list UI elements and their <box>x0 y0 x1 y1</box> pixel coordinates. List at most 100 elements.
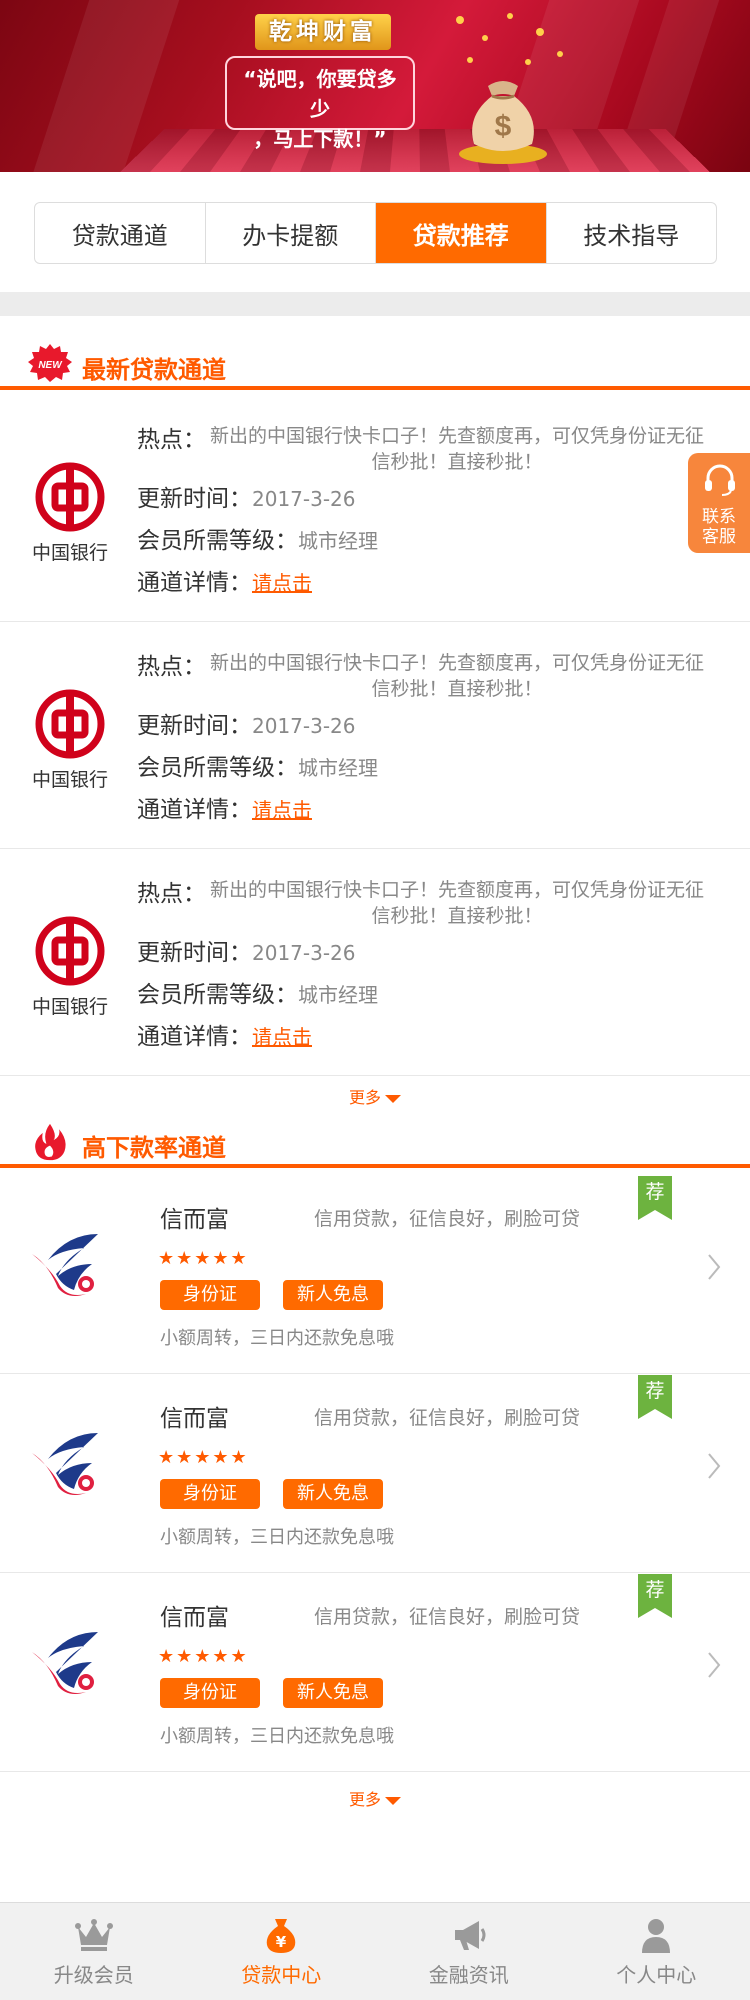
update-value: 2017-3-26 <box>252 941 356 965</box>
crown-icon <box>74 1919 113 1951</box>
more-channels-button[interactable]: 更多 <box>0 1084 750 1114</box>
section-latest-channels-header: NEW 最新贷款通道 <box>0 344 750 390</box>
xinerfu-logo-icon <box>32 1234 98 1296</box>
level-label: 会员所需等级： <box>137 755 298 781</box>
svg-text:$: $ <box>495 110 512 143</box>
hot-text: 新出的中国银行快卡口子！先查额度再，可仅凭身份证无征信秒批！直接秒批！ <box>209 879 704 927</box>
bank-logo: 中国银行 <box>26 689 114 791</box>
hot-label: 热点： <box>137 881 206 907</box>
user-icon <box>642 1919 671 1953</box>
detail-label: 通道详情： <box>137 570 252 596</box>
level-label: 会员所需等级： <box>137 528 298 554</box>
bank-of-china-icon <box>35 916 105 986</box>
level-label: 会员所需等级： <box>137 982 298 1008</box>
more-products-button[interactable]: 更多 <box>0 1786 750 1816</box>
detail-link[interactable]: 请点击 <box>252 1025 312 1049</box>
update-value: 2017-3-26 <box>252 487 356 511</box>
recommend-badge-icon: 荐 <box>638 1574 672 1618</box>
rating-stars: ★★★★★ <box>158 1447 249 1468</box>
product-item[interactable]: 信而富 信用贷款，征信良好，刷脸可贷 ★★★★★ 身份证 新人免息 小额周转，三… <box>0 1176 750 1374</box>
tag-new-user-free: 新人免息 <box>283 1678 383 1708</box>
new-badge-icon: NEW <box>28 344 72 382</box>
channel-item: 中国银行 热点： 新出的中国银行快卡口子！先查额度再，可仅凭身份证无征信秒批！直… <box>0 396 750 622</box>
svg-text:NEW: NEW <box>38 360 63 371</box>
bank-of-china-icon <box>35 689 105 759</box>
nav-finance-news[interactable]: 金融资讯 <box>375 1903 563 2000</box>
product-name: 信而富 <box>160 1605 229 1631</box>
svg-text:荐: 荐 <box>645 1181 664 1203</box>
chevron-right-icon <box>708 1652 721 1678</box>
section-high-rate-header: 高下款率通道 <box>0 1122 750 1168</box>
nav-label: 金融资讯 <box>428 1963 509 1987</box>
section-title: 最新贷款通道 <box>82 356 226 384</box>
nav-personal-center[interactable]: 个人中心 <box>563 1903 750 2000</box>
banner-slogan: “说吧，你要贷多少 ，马上下款！” <box>225 56 415 151</box>
tab-tech-guide[interactable]: 技术指导 <box>547 203 717 263</box>
product-item[interactable]: 信而富 信用贷款，征信良好，刷脸可贷 ★★★★★ 身份证 新人免息 小额周转，三… <box>0 1375 750 1573</box>
tag-new-user-free: 新人免息 <box>283 1479 383 1509</box>
tag-id-card: 身份证 <box>160 1479 260 1509</box>
product-name: 信而富 <box>160 1207 229 1233</box>
nav-label: 个人中心 <box>616 1963 697 1987</box>
channel-item: 中国银行 热点： 新出的中国银行快卡口子！先查额度再，可仅凭身份证无征信秒批！直… <box>0 623 750 849</box>
chevron-right-icon <box>708 1254 721 1280</box>
product-note: 小额周转，三日内还款免息哦 <box>160 1726 394 1747</box>
update-label: 更新时间： <box>137 486 252 512</box>
detail-label: 通道详情： <box>137 1024 252 1050</box>
bank-name: 中国银行 <box>31 542 108 564</box>
level-value: 城市经理 <box>298 529 378 553</box>
tab-card-limit[interactable]: 办卡提额 <box>206 203 376 263</box>
channel-info: 热点： 新出的中国银行快卡口子！先查额度再，可仅凭身份证无征信秒批！直接秒批！ … <box>137 647 727 828</box>
product-note: 小额周转，三日内还款免息哦 <box>160 1527 394 1548</box>
more-label: 更多 <box>348 1088 381 1107</box>
section-title: 高下款率通道 <box>82 1134 226 1162</box>
nav-label: 升级会员 <box>53 1963 134 1987</box>
channel-info: 热点： 新出的中国银行快卡口子！先查额度再，可仅凭身份证无征信秒批！直接秒批！ … <box>137 874 727 1055</box>
hot-label: 热点： <box>137 654 206 680</box>
tab-loan-channel[interactable]: 贷款通道 <box>35 203 206 263</box>
svg-text:荐: 荐 <box>645 1380 664 1402</box>
update-label: 更新时间： <box>137 940 252 966</box>
nav-loan-center[interactable]: ¥ 贷款中心 <box>188 1903 376 2000</box>
slogan-line-1: “说吧，你要贷多少 <box>243 67 397 121</box>
svg-text:¥: ¥ <box>276 1933 287 1951</box>
nav-upgrade-member[interactable]: 升级会员 <box>0 1903 188 2000</box>
svg-text:荐: 荐 <box>645 1579 664 1601</box>
product-desc: 信用贷款，征信良好，刷脸可贷 <box>314 1208 581 1230</box>
tag-id-card: 身份证 <box>160 1280 260 1310</box>
brand-logo: 乾坤财富 <box>255 14 391 50</box>
level-value: 城市经理 <box>298 756 378 780</box>
bottom-nav: 升级会员 ¥ 贷款中心 金融资讯 个人中心 <box>0 1902 750 2000</box>
money-bag-icon: $ <box>459 81 547 164</box>
bank-name: 中国银行 <box>31 769 108 791</box>
product-desc: 信用贷款，征信良好，刷脸可贷 <box>314 1407 581 1429</box>
recommend-badge-icon: 荐 <box>638 1176 672 1220</box>
hot-text: 新出的中国银行快卡口子！先查额度再，可仅凭身份证无征信秒批！直接秒批！ <box>209 652 704 700</box>
section-divider <box>0 292 750 316</box>
tag-id-card: 身份证 <box>160 1678 260 1708</box>
detail-link[interactable]: 请点击 <box>252 571 312 595</box>
xinerfu-logo-icon <box>32 1632 98 1694</box>
xinerfu-logo-icon <box>32 1433 98 1495</box>
money-bag-icon: ¥ <box>266 1919 296 1953</box>
product-item[interactable]: 信而富 信用贷款，征信良好，刷脸可贷 ★★★★★ 身份证 新人免息 小额周转，三… <box>0 1574 750 1772</box>
bank-logo: 中国银行 <box>26 462 114 564</box>
top-banner: 乾坤财富 “说吧，你要贷多少 ，马上下款！” $ <box>0 0 750 172</box>
banner-floor <box>120 128 710 172</box>
hot-text: 新出的中国银行快卡口子！先查额度再，可仅凭身份证无征信秒批！直接秒批！ <box>209 425 704 473</box>
recommend-badge-icon: 荐 <box>638 1375 672 1419</box>
tag-new-user-free: 新人免息 <box>283 1280 383 1310</box>
service-label-2: 客服 <box>702 527 736 547</box>
service-label-1: 联系 <box>702 507 736 527</box>
flame-icon <box>35 1123 66 1161</box>
more-label: 更多 <box>348 1790 381 1809</box>
product-name: 信而富 <box>160 1406 229 1432</box>
bank-logo: 中国银行 <box>26 916 114 1018</box>
detail-link[interactable]: 请点击 <box>252 798 312 822</box>
tab-loan-recommend[interactable]: 贷款推荐 <box>376 203 547 263</box>
product-desc: 信用贷款，征信良好，刷脸可贷 <box>314 1606 581 1628</box>
chevron-right-icon <box>708 1453 721 1479</box>
hot-label: 热点： <box>137 427 206 453</box>
customer-service-button[interactable]: 联系 客服 <box>688 453 750 553</box>
level-value: 城市经理 <box>298 983 378 1007</box>
